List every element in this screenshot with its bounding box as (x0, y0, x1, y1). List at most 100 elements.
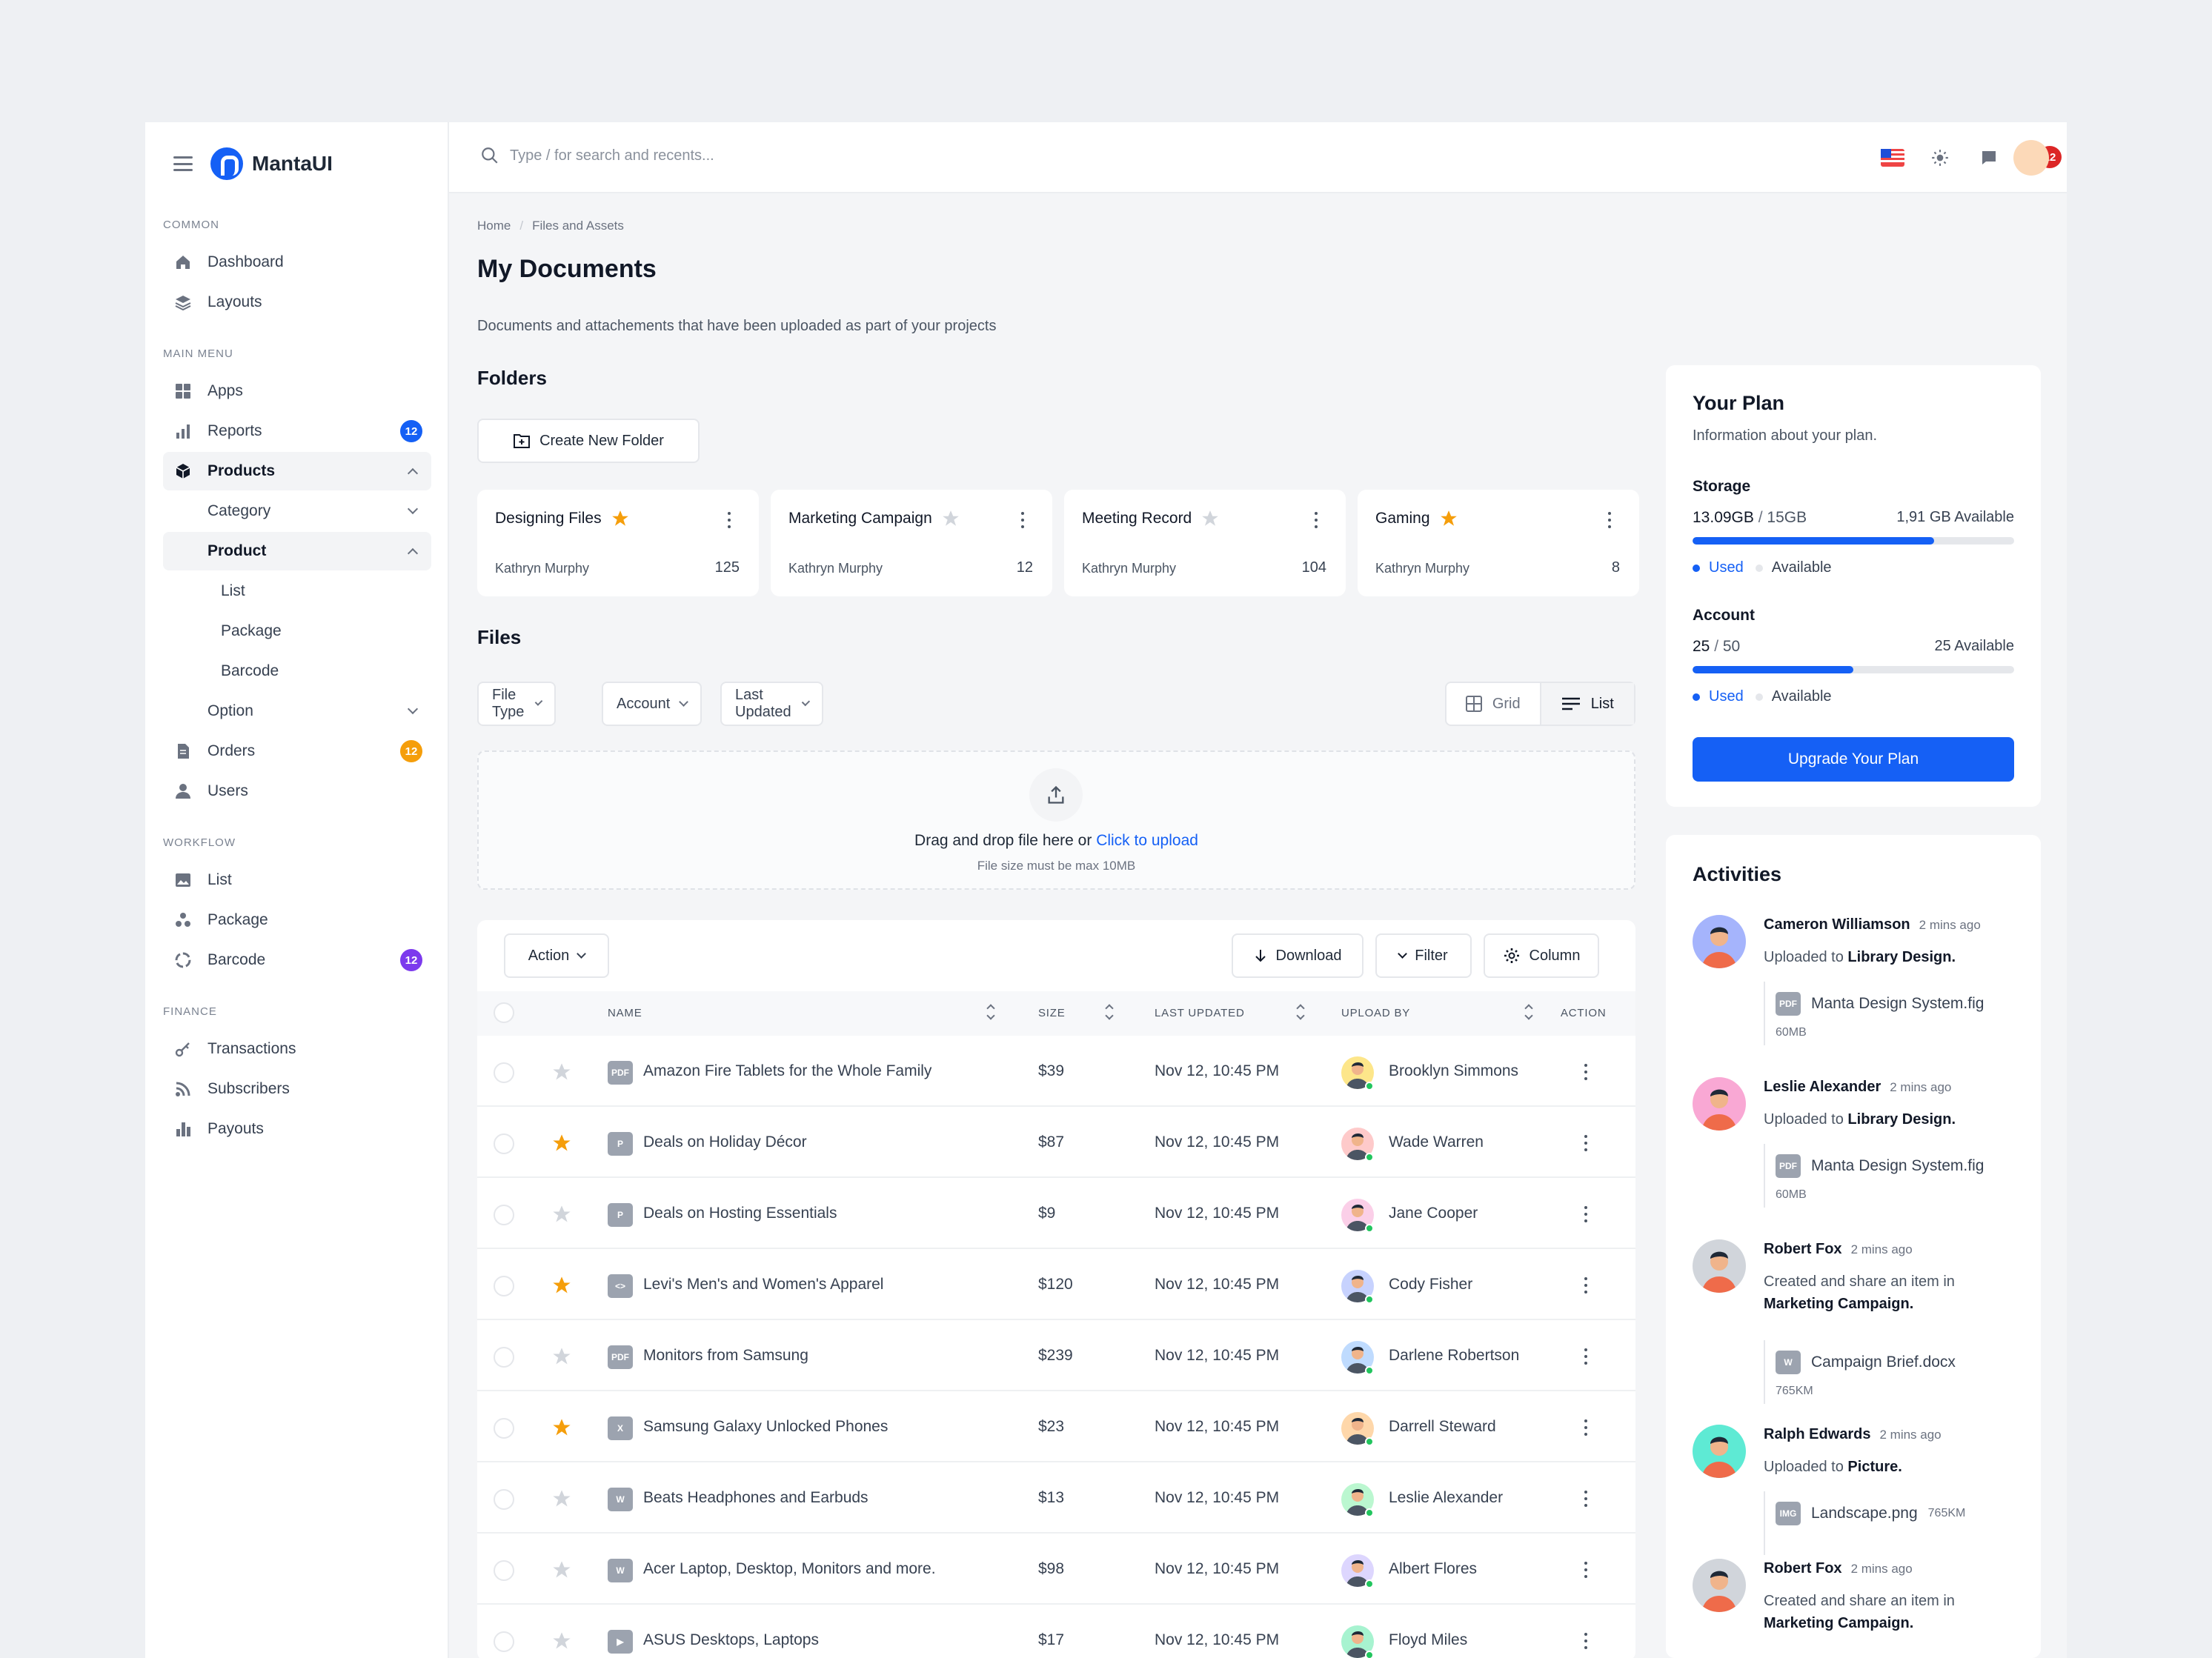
sort-icon[interactable] (1525, 1003, 1532, 1021)
star-filled-icon[interactable] (1439, 509, 1458, 528)
sidebar-item-category[interactable]: Category (163, 492, 431, 530)
activity-user[interactable]: Ralph Edwards 2 mins ago (1764, 1426, 1942, 1443)
sidebar-item-reports[interactable]: Reports 12 (163, 412, 431, 450)
star-outline-icon[interactable] (551, 1062, 572, 1082)
sidebar-item-products[interactable]: Products (163, 452, 431, 490)
activity-attachment[interactable]: PDF Manta Design System.fig 60MB (1764, 1144, 1984, 1208)
row-checkbox[interactable] (494, 1631, 514, 1652)
activity-user[interactable]: Cameron Williamson 2 mins ago (1764, 916, 1981, 933)
file-name[interactable]: Beats Headphones and Earbuds (643, 1489, 868, 1507)
sidebar-item-subscribers[interactable]: Subscribers (163, 1070, 431, 1108)
sort-icon[interactable] (1106, 1003, 1113, 1021)
click-to-upload-link[interactable]: Click to upload (1096, 832, 1198, 849)
star-outline-icon[interactable] (941, 509, 960, 528)
more-vertical-icon[interactable] (1021, 512, 1024, 528)
activity-target[interactable]: Marketing Campaign. (1764, 1296, 1913, 1312)
sidebar-item-payouts[interactable]: Payouts (163, 1110, 431, 1148)
file-name[interactable]: Deals on Hosting Essentials (643, 1205, 837, 1222)
activity-target[interactable]: Library Design. (1847, 949, 1956, 965)
sidebar-item-workflow-barcode[interactable]: Barcode 12 (163, 941, 431, 979)
folder-card[interactable]: Marketing Campaign Kathryn Murphy 12 (771, 490, 1052, 596)
star-outline-icon[interactable] (551, 1488, 572, 1509)
user-avatar[interactable] (2013, 140, 2049, 176)
table-row[interactable]: PDF Monitors from Samsung $239 Nov 12, 10:4… (477, 1320, 1635, 1391)
folder-card[interactable]: Designing Files Kathryn Murphy 125 (477, 490, 759, 596)
file-name[interactable]: Samsung Galaxy Unlocked Phones (643, 1418, 888, 1436)
star-filled-icon[interactable] (551, 1133, 572, 1153)
sidebar-item-users[interactable]: Users (163, 772, 431, 810)
activity-user[interactable]: Leslie Alexander 2 mins ago (1764, 1079, 1951, 1096)
more-vertical-icon[interactable] (1584, 1064, 1587, 1080)
row-checkbox[interactable] (494, 1418, 514, 1439)
header-upload-by[interactable]: UPLOAD BY (1341, 1007, 1410, 1019)
more-vertical-icon[interactable] (1584, 1206, 1587, 1222)
file-name[interactable]: Levi's Men's and Women's Apparel (643, 1276, 883, 1294)
sidebar-item-dashboard[interactable]: Dashboard (163, 243, 431, 282)
us-flag-icon[interactable] (1879, 144, 1906, 171)
table-row[interactable]: PDF Amazon Fire Tablets for the Whole Fam… (477, 1036, 1635, 1107)
sidebar-item-option[interactable]: Option (163, 692, 431, 730)
more-vertical-icon[interactable] (1584, 1633, 1587, 1649)
more-vertical-icon[interactable] (1584, 1277, 1587, 1294)
filter-button[interactable]: Filter (1375, 933, 1472, 978)
activity-user[interactable]: Robert Fox 2 mins ago (1764, 1560, 1913, 1577)
header-name[interactable]: NAME (608, 1007, 642, 1019)
file-name[interactable]: Monitors from Samsung (643, 1347, 808, 1365)
table-row[interactable]: P Deals on Hosting Essentials $9 Nov 12, 10… (477, 1178, 1635, 1249)
more-vertical-icon[interactable] (1584, 1491, 1587, 1507)
star-filled-icon[interactable] (611, 509, 630, 528)
activity-user[interactable]: Robert Fox 2 mins ago (1764, 1241, 1913, 1258)
header-last-updated[interactable]: LAST UPDATED (1155, 1007, 1245, 1019)
sidebar-item-transactions[interactable]: Transactions (163, 1030, 431, 1068)
account-dropdown[interactable]: Account (602, 682, 703, 726)
more-vertical-icon[interactable] (1315, 512, 1318, 528)
table-row[interactable]: ▶ ASUS Desktops, Laptops $17 Nov 12, 10:45 … (477, 1605, 1635, 1658)
activity-target[interactable]: Library Design. (1847, 1111, 1956, 1128)
sidebar-item-list[interactable]: List (163, 572, 431, 610)
star-outline-icon[interactable] (551, 1204, 572, 1225)
row-checkbox[interactable] (494, 1205, 514, 1225)
row-checkbox[interactable] (494, 1347, 514, 1368)
table-row[interactable]: <> Levi's Men's and Women's Apparel $120 No… (477, 1249, 1635, 1320)
star-outline-icon[interactable] (551, 1559, 572, 1580)
folder-card[interactable]: Gaming Kathryn Murphy 8 (1358, 490, 1639, 596)
activity-attachment[interactable]: PDF Manta Design System.fig 60MB (1764, 982, 1984, 1045)
sort-icon[interactable] (987, 1003, 994, 1021)
activity-attachment[interactable]: IMG Landscape.png 765KM (1764, 1491, 1965, 1555)
more-vertical-icon[interactable] (1584, 1419, 1587, 1436)
chat-icon[interactable] (1976, 144, 2002, 171)
sun-icon[interactable] (1927, 144, 1953, 171)
upload-dropzone[interactable]: Drag and drop file here or Click to uplo… (477, 750, 1635, 890)
activity-target[interactable]: Picture. (1847, 1459, 1902, 1475)
breadcrumb-home[interactable]: Home (477, 219, 511, 233)
file-name[interactable]: Deals on Holiday Décor (643, 1133, 807, 1151)
row-checkbox[interactable] (494, 1489, 514, 1510)
star-filled-icon[interactable] (551, 1275, 572, 1296)
sidebar-item-workflow-package[interactable]: Package (163, 901, 431, 939)
grid-view-button[interactable]: Grid (1447, 683, 1540, 725)
file-type-dropdown[interactable]: File Type (477, 682, 557, 726)
row-checkbox[interactable] (494, 1062, 514, 1083)
more-vertical-icon[interactable] (1584, 1135, 1587, 1151)
list-view-button[interactable]: List (1539, 683, 1634, 725)
table-row[interactable]: W Beats Headphones and Earbuds $13 Nov 12, … (477, 1462, 1635, 1534)
activity-target[interactable]: Marketing Campaign. (1764, 1615, 1913, 1631)
sidebar-item-orders[interactable]: Orders 12 (163, 732, 431, 770)
sidebar-item-product[interactable]: Product (163, 532, 431, 570)
sidebar-item-workflow-list[interactable]: List (163, 861, 431, 899)
action-dropdown[interactable]: Action (504, 933, 609, 978)
upgrade-plan-button[interactable]: Upgrade Your Plan (1693, 737, 2014, 782)
sidebar-item-barcode[interactable]: Barcode (163, 652, 431, 690)
file-name[interactable]: ASUS Desktops, Laptops (643, 1631, 819, 1649)
table-row[interactable]: X Samsung Galaxy Unlocked Phones $23 Nov 12… (477, 1391, 1635, 1462)
folder-card[interactable]: Meeting Record Kathryn Murphy 104 (1064, 490, 1346, 596)
sidebar-item-package[interactable]: Package (163, 612, 431, 650)
sidebar-item-layouts[interactable]: Layouts (163, 283, 431, 322)
search-bar[interactable]: Type / for search and recents... (480, 146, 714, 165)
file-name[interactable]: Amazon Fire Tablets for the Whole Family (643, 1062, 931, 1080)
sort-icon[interactable] (1297, 1003, 1304, 1021)
table-row[interactable]: W Acer Laptop, Desktop, Monitors and more… (477, 1534, 1635, 1605)
star-outline-icon[interactable] (551, 1631, 572, 1651)
row-checkbox[interactable] (494, 1133, 514, 1154)
sidebar-item-apps[interactable]: Apps (163, 372, 431, 410)
